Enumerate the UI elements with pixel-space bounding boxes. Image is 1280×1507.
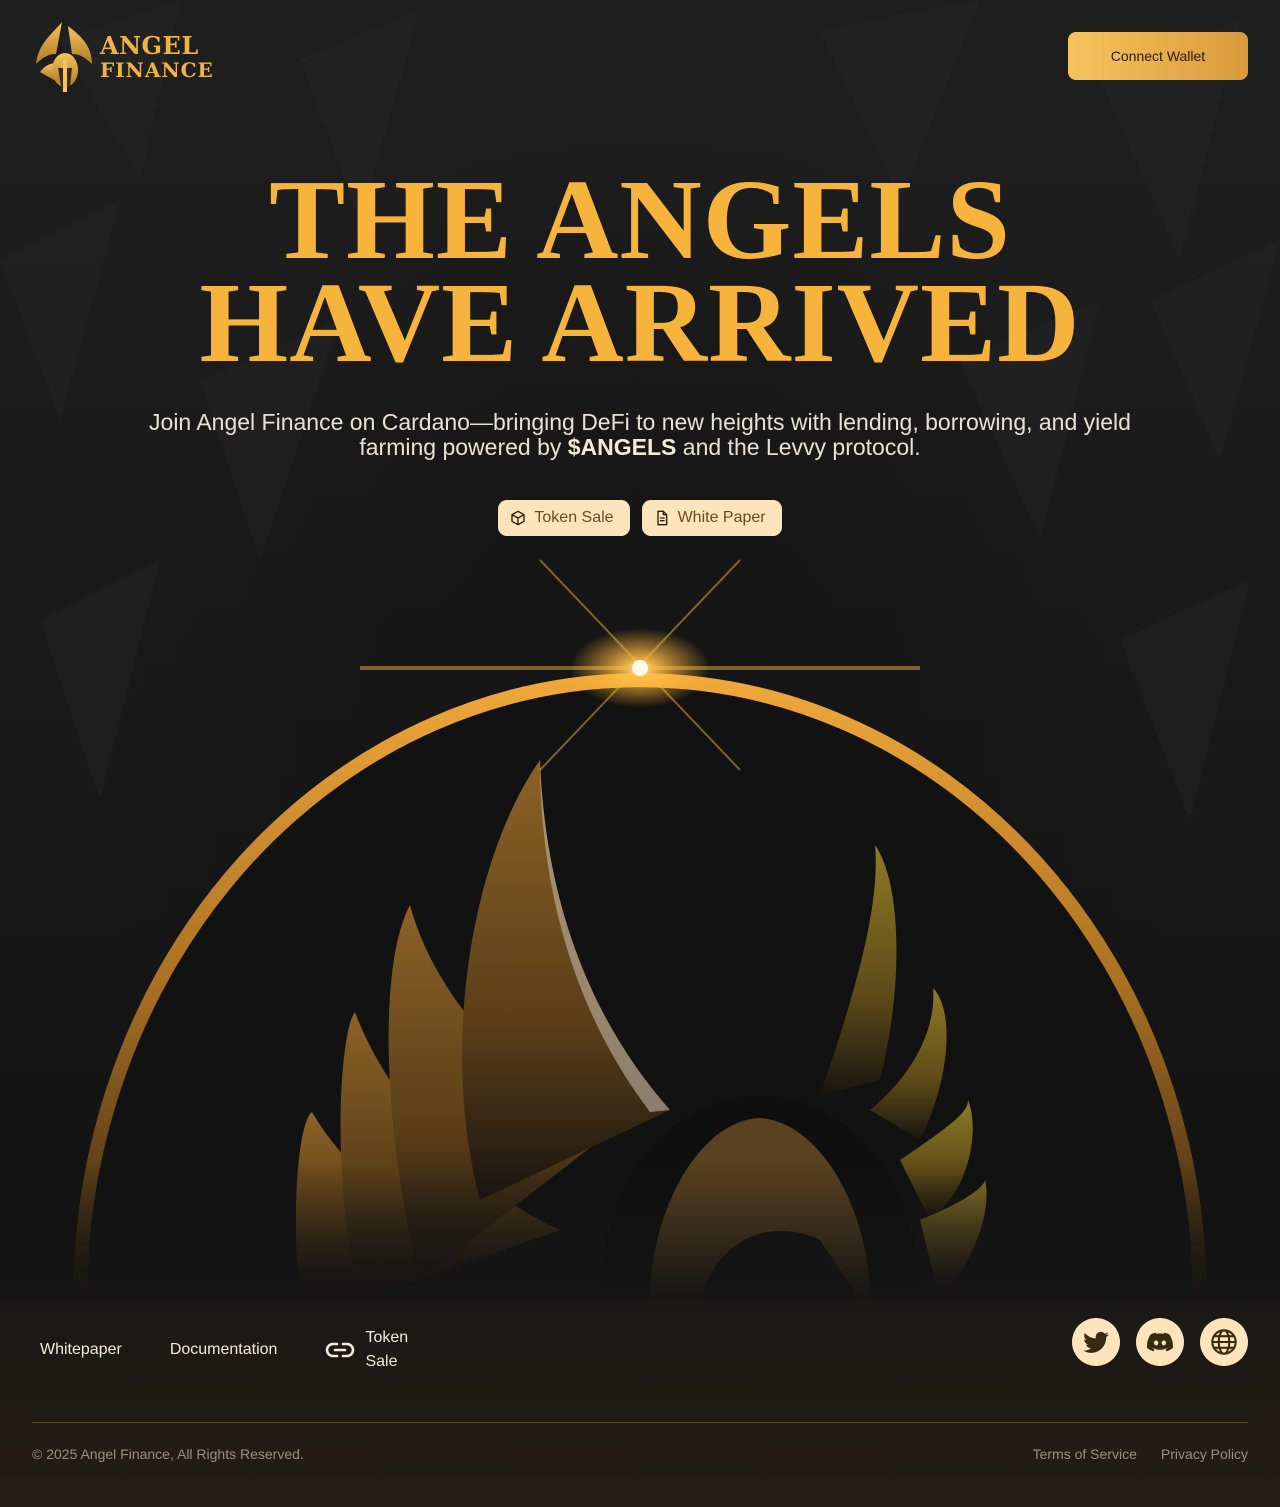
hero-title: THE ANGELS HAVE ARRIVED	[0, 156, 1280, 386]
social-links	[1072, 1318, 1248, 1366]
white-paper-label: White Paper	[677, 509, 766, 526]
hero-title-line-1: THE ANGELS	[269, 156, 1011, 283]
legal-links: Terms of Service Privacy Policy	[1033, 1446, 1248, 1462]
cube-icon	[511, 510, 526, 526]
logo-line-2: FINANCE	[100, 58, 214, 82]
footer-divider	[32, 1422, 1248, 1423]
connect-wallet-button[interactable]: Connect Wallet	[1068, 32, 1248, 80]
footer-whitepaper-link[interactable]: Whitepaper	[40, 1341, 122, 1359]
footer-token-sale-link[interactable]: Token Sale	[325, 1326, 415, 1374]
terms-of-service-link[interactable]: Terms of Service	[1033, 1446, 1137, 1462]
logo-line-1: ANGEL	[100, 31, 199, 60]
footer-documentation-link[interactable]: Documentation	[170, 1341, 278, 1359]
twitter-button[interactable]	[1072, 1318, 1120, 1366]
white-paper-button[interactable]: White Paper	[641, 500, 782, 536]
angel-helmet-logo-icon	[36, 22, 92, 92]
copyright-text: © 2025 Angel Finance, All Rights Reserve…	[32, 1446, 304, 1462]
halo-wings-illustration	[0, 559, 1280, 1300]
hero-subtitle-text-end: and the Levvy protocol.	[676, 434, 921, 460]
hero-subtitle: Join Angel Finance on Cardano—bringing D…	[140, 410, 1140, 460]
privacy-policy-link[interactable]: Privacy Policy	[1161, 1446, 1248, 1462]
discord-button[interactable]	[1136, 1318, 1184, 1366]
discord-icon	[1147, 1332, 1173, 1352]
token-sale-label: Token Sale	[534, 509, 614, 526]
brand-logo[interactable]: ANGEL FINANCE	[34, 20, 214, 96]
footer-token-sale-label: Token Sale	[365, 1329, 409, 1370]
website-button[interactable]	[1200, 1318, 1248, 1366]
twitter-icon	[1083, 1331, 1109, 1353]
document-icon	[656, 510, 667, 526]
site-footer: Whitepaper Documentation Token Sale © 20…	[0, 1300, 1280, 1507]
hero-title-line-2: HAVE ARRIVED	[199, 259, 1081, 386]
hero-actions: Token Sale White Paper	[0, 500, 1280, 536]
globe-icon	[1211, 1329, 1237, 1355]
token-sale-button[interactable]: Token Sale	[498, 500, 630, 536]
link-icon	[326, 1342, 355, 1358]
footer-links: Whitepaper Documentation Token Sale	[40, 1326, 415, 1374]
token-ticker: $ANGELS	[567, 434, 677, 460]
